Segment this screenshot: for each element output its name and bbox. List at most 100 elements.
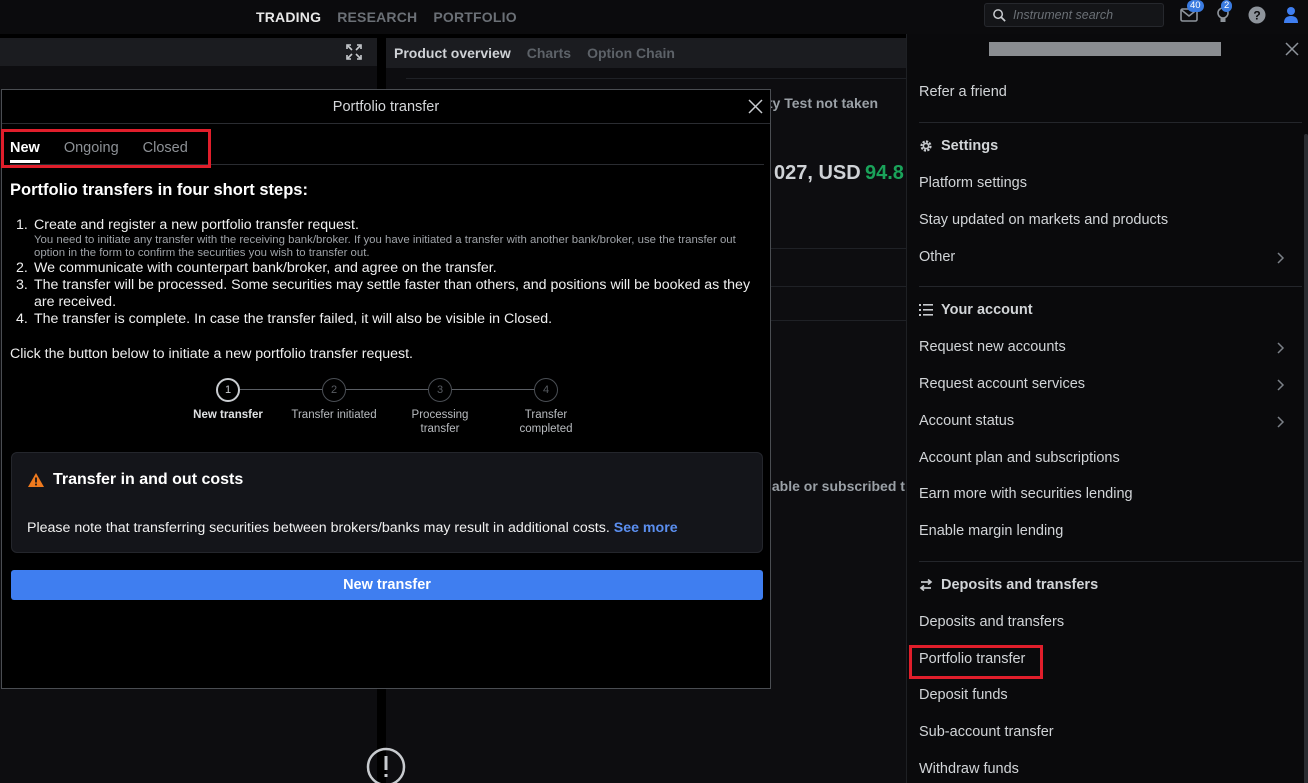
dialog-title: Portfolio transfer [2,90,770,124]
menu-account-status[interactable]: Account status [919,413,1014,429]
top-bar: TRADING RESEARCH PORTFOLIO Instrument se… [0,0,1308,34]
cost-text: Please note that transferring securities… [27,520,610,536]
portfolio-transfer-dialog: Portfolio transfer New Ongoing Closed Po… [1,89,771,689]
cost-text-wrapper: Please note that transferring securities… [27,520,678,536]
divider [771,320,911,321]
chevron-right-icon [1277,416,1285,428]
price-value: 94.8 [865,162,904,184]
account-section-header: Your account [919,302,1033,318]
product-tabs: Product overview Charts Option Chain [386,38,926,68]
search-placeholder: Instrument search [1013,8,1114,22]
tab-option-chain[interactable]: Option Chain [587,45,675,61]
nav-research[interactable]: RESEARCH [337,9,417,25]
divider [771,286,911,287]
stepper-node: 2 [322,378,346,402]
list-icon [919,304,933,316]
cost-notice: Transfer in and out costs Please note th… [11,452,763,553]
progress-stepper: 1 2 3 4 New transfer Transfer initiated … [172,378,592,442]
help-icon[interactable]: ? [1246,4,1268,26]
list-item: 2. We communicate with counterpart bank/… [16,260,764,277]
main-nav: TRADING RESEARCH PORTFOLIO [256,9,517,25]
list-item: 1. Create and register a new portfolio t… [16,217,764,260]
menu-deposits-and-transfers[interactable]: Deposits and transfers [919,614,1064,630]
account-header-label: Your account [941,302,1033,318]
deposits-section-header: Deposits and transfers [919,577,1098,593]
divider [919,286,1302,287]
menu-request-account-services[interactable]: Request account services [919,376,1085,392]
stepper-connector [346,389,429,390]
availability-text: lable or subscribed t [768,478,905,494]
close-icon[interactable] [1285,42,1299,56]
gear-icon [920,140,932,152]
stepper-connector [452,389,535,390]
steps-list: 1. Create and register a new portfolio t… [16,217,764,328]
menu-other[interactable]: Other [919,249,955,265]
cost-title-label: Transfer in and out costs [53,471,244,488]
step-number: 4. [16,311,28,327]
step-number: 1. [16,217,28,233]
left-panel-header [0,38,377,66]
stepper-label: Processing transfer [411,409,469,435]
expand-icon[interactable] [346,44,362,60]
svg-text:?: ? [1253,9,1260,23]
menu-stay-updated[interactable]: Stay updated on markets and products [919,212,1168,228]
menu-withdraw-funds[interactable]: Withdraw funds [919,761,1019,777]
cost-title: Transfer in and out costs [27,471,243,489]
divider [771,248,911,249]
step-number: 2. [16,260,28,276]
instrument-search-input[interactable]: Instrument search [984,3,1164,27]
bulb-icon[interactable]: 2 [1212,0,1234,26]
close-icon[interactable] [748,99,763,114]
alert-circle-icon [366,747,406,783]
new-transfer-button[interactable]: New transfer [11,570,763,600]
divider [919,122,1302,123]
user-name-redacted [989,42,1221,56]
step-text: Create and register a new portfolio tran… [34,217,359,233]
stepper-label: Transfer completed [519,409,573,435]
stepper-node: 4 [534,378,558,402]
tab-charts[interactable]: Charts [527,45,571,61]
divider [919,561,1302,562]
user-icon[interactable] [1280,4,1302,26]
intro-text: Click the button below to initiate a new… [10,346,413,362]
chevron-right-icon [1277,342,1285,354]
stepper-node: 3 [428,378,452,402]
menu-request-new-accounts[interactable]: Request new accounts [919,339,1066,355]
suitability-text: ity Test not taken [764,95,879,111]
warning-icon [28,473,44,487]
stepper-connector [240,389,323,390]
step-subtext: You need to initiate any transfer with t… [34,234,736,259]
messages-badge: 40 [1187,0,1204,12]
step-text: We communicate with counterpart bank/bro… [34,260,497,276]
menu-refer-friend[interactable]: Refer a friend [919,84,1007,100]
settings-section-header: Settings [919,138,998,154]
menu-deposit-funds[interactable]: Deposit funds [919,687,1008,703]
search-icon [993,9,1006,22]
portfolio-transfer-highlight [909,645,1043,679]
menu-account-plan[interactable]: Account plan and subscriptions [919,450,1120,466]
menu-platform-settings[interactable]: Platform settings [919,175,1027,191]
list-item: 4. The transfer is complete. In case the… [16,311,764,328]
steps-heading: Portfolio transfers in four short steps: [10,181,308,199]
tab-product-overview[interactable]: Product overview [394,45,511,61]
price-currency: 027, USD [774,162,861,184]
chevron-right-icon [1277,252,1285,264]
menu-margin-lending[interactable]: Enable margin lending [919,523,1063,539]
stepper-label: Transfer initiated [291,409,377,421]
top-icons: 40 2 ? [1178,0,1302,26]
mail-icon[interactable]: 40 [1178,0,1204,26]
nav-portfolio[interactable]: PORTFOLIO [433,9,516,25]
step-text: The transfer is complete. In case the tr… [34,311,553,327]
menu-scrollbar[interactable] [1304,134,1308,783]
stepper-node: 1 [216,378,240,402]
deposits-header-label: Deposits and transfers [941,577,1099,593]
nav-trading[interactable]: TRADING [256,9,321,25]
step-text: The transfer will be processed. Some sec… [34,277,751,310]
stepper-label: New transfer [193,409,263,421]
divider [406,78,906,79]
step-number: 3. [16,277,28,293]
see-more-link[interactable]: See more [614,520,678,536]
menu-sub-account-transfer[interactable]: Sub-account transfer [919,724,1054,740]
transfer-arrows-icon [919,579,933,591]
menu-securities-lending[interactable]: Earn more with securities lending [919,486,1133,502]
